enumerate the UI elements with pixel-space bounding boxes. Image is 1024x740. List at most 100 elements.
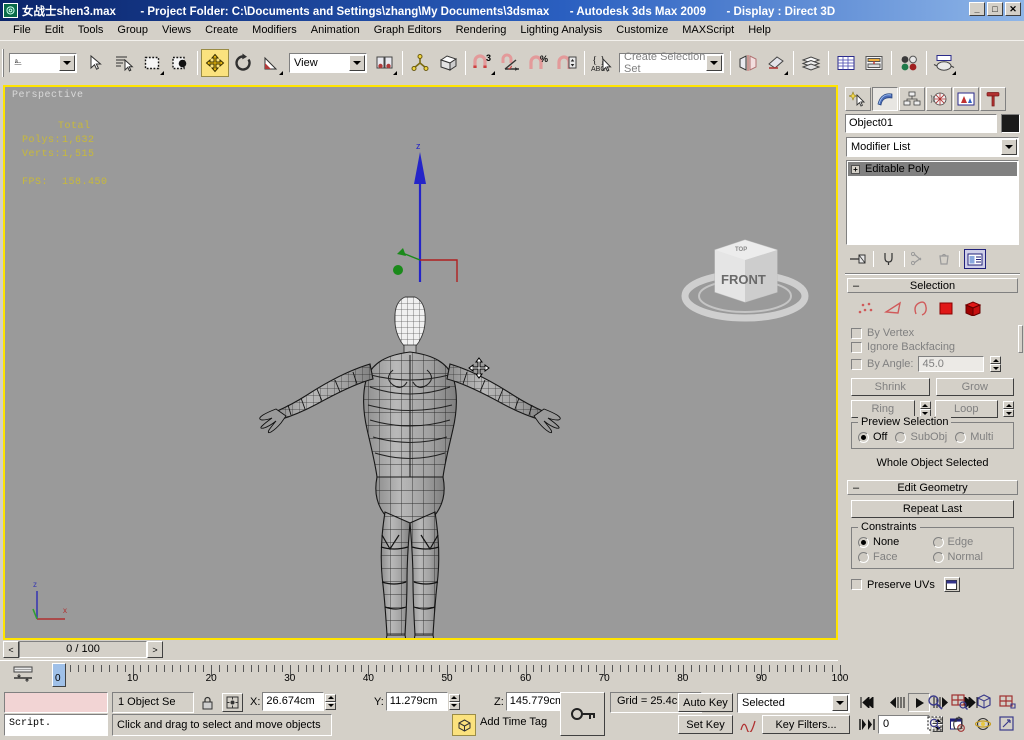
menu-create[interactable]: Create bbox=[198, 22, 245, 38]
key-mode-toggle-icon[interactable] bbox=[858, 715, 876, 734]
spinner-snap-toggle-button[interactable] bbox=[553, 49, 581, 77]
menu-group[interactable]: Group bbox=[110, 22, 155, 38]
preview-off-radio-row[interactable]: Off bbox=[858, 431, 887, 443]
zoom-region-icon[interactable] bbox=[925, 714, 945, 734]
loop-spinner[interactable] bbox=[1003, 401, 1014, 417]
preserve-uvs-settings-icon[interactable] bbox=[943, 577, 960, 592]
show-end-result-icon[interactable] bbox=[878, 249, 900, 269]
menu-tools[interactable]: Tools bbox=[71, 22, 111, 38]
zoom-extents-all-icon[interactable] bbox=[997, 692, 1017, 712]
menu-file[interactable]: File bbox=[6, 22, 38, 38]
tab-modify[interactable] bbox=[872, 87, 898, 111]
maximize-button[interactable]: □ bbox=[987, 2, 1003, 16]
border-subobject-icon[interactable] bbox=[912, 301, 929, 319]
material-editor-button[interactable] bbox=[895, 49, 923, 77]
by-angle-spinner[interactable] bbox=[990, 356, 1002, 372]
current-frame-input[interactable]: 0 bbox=[878, 715, 930, 734]
constraint-face-radio[interactable] bbox=[858, 551, 869, 563]
time-tag-icon-button[interactable] bbox=[452, 714, 476, 736]
vertex-subobject-icon[interactable] bbox=[858, 301, 875, 319]
undo-history-combo[interactable]: ⎁ bbox=[9, 53, 77, 73]
expand-icon[interactable]: + bbox=[851, 164, 860, 174]
reference-coordinate-system-combo[interactable]: View bbox=[289, 53, 367, 73]
select-and-rotate-button[interactable] bbox=[229, 49, 257, 77]
schematic-view-button[interactable] bbox=[860, 49, 888, 77]
rectangular-selection-region-button[interactable] bbox=[138, 49, 166, 77]
shrink-button[interactable]: Shrink bbox=[851, 378, 930, 396]
maximize-viewport-toggle-icon[interactable] bbox=[997, 714, 1017, 734]
object-name-field[interactable]: Object01 bbox=[845, 114, 997, 133]
by-vertex-row[interactable]: By Vertex bbox=[851, 327, 1014, 339]
named-selection-set-combo[interactable]: Create Selection Set bbox=[619, 51, 724, 75]
y-field[interactable]: 11.279cm bbox=[385, 692, 448, 711]
edge-subobject-icon[interactable] bbox=[883, 301, 903, 319]
select-and-manipulate-button[interactable] bbox=[406, 49, 434, 77]
viewport-canvas[interactable]: Perspective Total Polys: 1,632 Verts: 1,… bbox=[5, 87, 836, 638]
preview-multi-radio[interactable] bbox=[955, 431, 967, 443]
auto-key-button[interactable]: Auto Key bbox=[678, 693, 733, 712]
polygon-subobject-icon[interactable] bbox=[938, 301, 955, 319]
x-spinner[interactable] bbox=[325, 693, 337, 710]
align-button[interactable] bbox=[762, 49, 790, 77]
goto-start-icon[interactable] bbox=[858, 693, 876, 712]
prev-frame-icon[interactable] bbox=[888, 693, 906, 712]
make-unique-icon[interactable] bbox=[909, 249, 931, 269]
set-key-filters-curve-icon[interactable] bbox=[737, 715, 759, 734]
menu-animation[interactable]: Animation bbox=[304, 22, 367, 38]
ignore-backfacing-checkbox[interactable] bbox=[851, 341, 862, 353]
use-center-flyout-button[interactable] bbox=[371, 49, 399, 77]
key-filters-button[interactable]: Key Filters... bbox=[762, 715, 850, 734]
orbit-icon[interactable] bbox=[973, 714, 993, 734]
layer-manager-button[interactable] bbox=[797, 49, 825, 77]
next-frame-button[interactable]: > bbox=[147, 641, 163, 658]
menu-graph-editors[interactable]: Graph Editors bbox=[367, 22, 449, 38]
tab-hierarchy[interactable] bbox=[899, 87, 925, 111]
close-button[interactable]: ✕ bbox=[1005, 2, 1021, 16]
toolbar-gripper[interactable] bbox=[2, 49, 6, 77]
collapse-icon[interactable]: – bbox=[853, 280, 859, 292]
y-spinner[interactable] bbox=[448, 693, 460, 710]
maxscript-mini-listener-output[interactable] bbox=[4, 692, 108, 713]
modifier-stack[interactable]: + Editable Poly bbox=[846, 160, 1019, 245]
constraint-normal-row[interactable]: Normal bbox=[932, 551, 1008, 563]
rollout-header-edit-geometry[interactable]: – Edit Geometry bbox=[847, 480, 1018, 495]
tab-utilities[interactable] bbox=[980, 87, 1006, 111]
preview-subobj-radio-row[interactable]: SubObj bbox=[895, 431, 947, 443]
chevron-down-icon[interactable] bbox=[832, 695, 848, 711]
menu-rendering[interactable]: Rendering bbox=[449, 22, 514, 38]
zoom-icon[interactable] bbox=[925, 692, 945, 712]
menu-modifiers[interactable]: Modifiers bbox=[245, 22, 304, 38]
x-field[interactable]: 26.674cm bbox=[262, 692, 325, 711]
current-frame-field[interactable]: 0 / 100 bbox=[19, 641, 147, 658]
absolute-relative-transform-toggle[interactable] bbox=[222, 693, 243, 712]
tab-create[interactable] bbox=[845, 87, 871, 111]
select-object-button[interactable] bbox=[82, 49, 110, 77]
percent-snap-toggle-button[interactable]: % bbox=[525, 49, 553, 77]
by-vertex-checkbox[interactable] bbox=[851, 327, 862, 339]
pin-stack-icon[interactable] bbox=[847, 249, 869, 269]
menu-lighting-analysis[interactable]: Lighting Analysis bbox=[513, 22, 609, 38]
chevron-down-icon[interactable] bbox=[349, 55, 365, 71]
set-key-button[interactable]: Set Key bbox=[678, 715, 733, 734]
maxscript-mini-listener-input[interactable]: Script. bbox=[4, 714, 108, 736]
timeline-ruler[interactable]: 10 20 30 40 50 60 70 80 90 100 bbox=[42, 661, 848, 691]
zoom-all-icon[interactable] bbox=[949, 692, 969, 712]
keyboard-shortcut-override-button[interactable] bbox=[434, 49, 462, 77]
panel-scroll-handle[interactable] bbox=[1018, 325, 1023, 353]
select-and-scale-button[interactable] bbox=[257, 49, 285, 77]
view-cube[interactable]: FRONT TOP bbox=[673, 222, 823, 332]
by-angle-row[interactable]: By Angle: 45.0 bbox=[851, 356, 1014, 372]
constraint-none-radio[interactable] bbox=[858, 536, 869, 548]
collapse-icon[interactable]: – bbox=[853, 482, 859, 494]
window-crossing-toggle[interactable] bbox=[166, 49, 194, 77]
named-selection-sets-button[interactable]: { } ABC bbox=[588, 49, 616, 77]
configure-modifier-sets-icon[interactable] bbox=[964, 249, 986, 269]
mirror-button[interactable] bbox=[734, 49, 762, 77]
menu-edit[interactable]: Edit bbox=[38, 22, 71, 38]
zoom-extents-icon[interactable] bbox=[973, 692, 993, 712]
constraint-edge-row[interactable]: Edge bbox=[932, 536, 1008, 548]
grow-button[interactable]: Grow bbox=[935, 378, 1014, 396]
preview-subobj-radio[interactable] bbox=[895, 431, 907, 443]
minimize-button[interactable]: _ bbox=[969, 2, 985, 16]
menu-maxscript[interactable]: MAXScript bbox=[675, 22, 741, 38]
